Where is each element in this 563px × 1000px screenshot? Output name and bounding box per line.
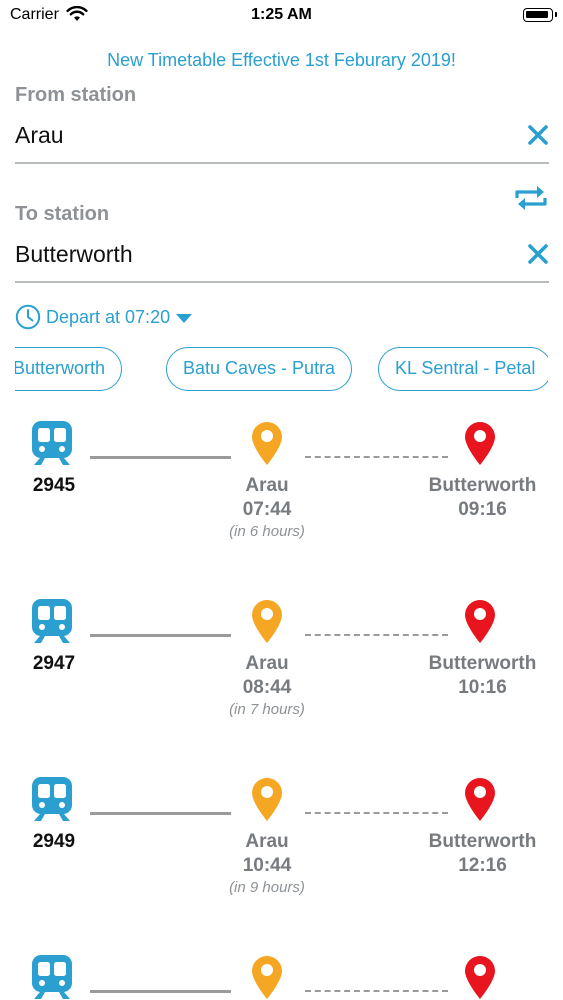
destination-pin-icon — [462, 598, 498, 644]
destination-station-name: Butterworth — [428, 653, 537, 674]
caret-down-icon — [176, 313, 193, 323]
from-station-input[interactable]: Arau — [15, 122, 64, 149]
clock-time: 1:25 AM — [251, 6, 312, 23]
timetable-banner[interactable]: New Timetable Effective 1st Feburary 201… — [0, 50, 563, 71]
train-number: 2949 — [32, 831, 76, 852]
route-line-solid — [90, 634, 231, 637]
to-station-label: To station — [15, 203, 110, 225]
route-chip[interactable]: Batu Caves - Putra — [166, 347, 353, 391]
to-station-underline — [15, 281, 549, 283]
trip-row[interactable]: 2945 Arau 07:44 (in 6 hours) Butterworth… — [0, 420, 563, 590]
route-line-dashed — [305, 990, 448, 992]
train-number: 2945 — [32, 475, 76, 496]
route-line-solid — [90, 456, 231, 459]
route-line-solid — [90, 990, 231, 993]
destination-station-name: Butterworth — [428, 475, 537, 496]
route-line-solid — [90, 812, 231, 815]
eta-text: (in 9 hours) — [229, 879, 305, 896]
train-icon — [30, 954, 74, 1000]
swap-stations-icon[interactable] — [513, 184, 549, 212]
route-chip[interactable]: - Butterworth — [15, 347, 123, 391]
train-icon — [30, 776, 74, 822]
origin-pin-icon — [249, 776, 285, 822]
trip-row[interactable] — [0, 954, 563, 1000]
origin-station-name: Arau — [245, 653, 289, 674]
origin-departure-time: 10:44 — [242, 855, 292, 876]
depart-time-label: Depart at 07:20 — [46, 306, 171, 327]
route-line-dashed — [305, 812, 448, 814]
origin-pin-icon — [249, 420, 285, 466]
route-chip[interactable]: KL Sentral - Petal — [378, 347, 548, 391]
trip-row[interactable]: 2947 Arau 08:44 (in 7 hours) Butterworth… — [0, 598, 563, 768]
destination-arrival-time: 09:16 — [458, 499, 507, 520]
destination-station-name: Butterworth — [428, 831, 537, 852]
destination-pin-icon — [462, 776, 498, 822]
to-station-input[interactable]: Butterworth — [15, 241, 133, 268]
origin-pin-icon — [249, 598, 285, 644]
route-line-dashed — [305, 456, 448, 458]
origin-station-name: Arau — [245, 475, 289, 496]
from-station-label: From station — [15, 84, 137, 106]
clear-from-icon[interactable] — [527, 124, 549, 146]
destination-pin-icon — [462, 954, 498, 1000]
from-station-underline — [15, 162, 549, 164]
origin-departure-time: 07:44 — [242, 499, 292, 520]
clock-icon — [15, 304, 41, 330]
clear-to-icon[interactable] — [527, 243, 549, 265]
depart-time-selector[interactable]: Depart at 07:20 — [15, 303, 193, 331]
destination-arrival-time: 10:16 — [458, 677, 507, 698]
train-number: 2947 — [32, 653, 76, 674]
status-bar: Carrier 1:25 AM — [0, 0, 563, 30]
destination-pin-icon — [462, 420, 498, 466]
train-icon — [30, 420, 74, 466]
eta-text: (in 7 hours) — [229, 701, 305, 718]
route-line-dashed — [305, 634, 448, 636]
route-chips: - Butterworth Batu Caves - Putra KL Sent… — [15, 347, 548, 392]
battery-icon — [523, 8, 557, 22]
destination-arrival-time: 12:16 — [458, 855, 507, 876]
eta-text: (in 6 hours) — [229, 523, 305, 540]
trip-row[interactable]: 2949 Arau 10:44 (in 9 hours) Butterworth… — [0, 776, 563, 946]
origin-departure-time: 08:44 — [242, 677, 292, 698]
origin-pin-icon — [249, 954, 285, 1000]
train-icon — [30, 598, 74, 644]
origin-station-name: Arau — [245, 831, 289, 852]
